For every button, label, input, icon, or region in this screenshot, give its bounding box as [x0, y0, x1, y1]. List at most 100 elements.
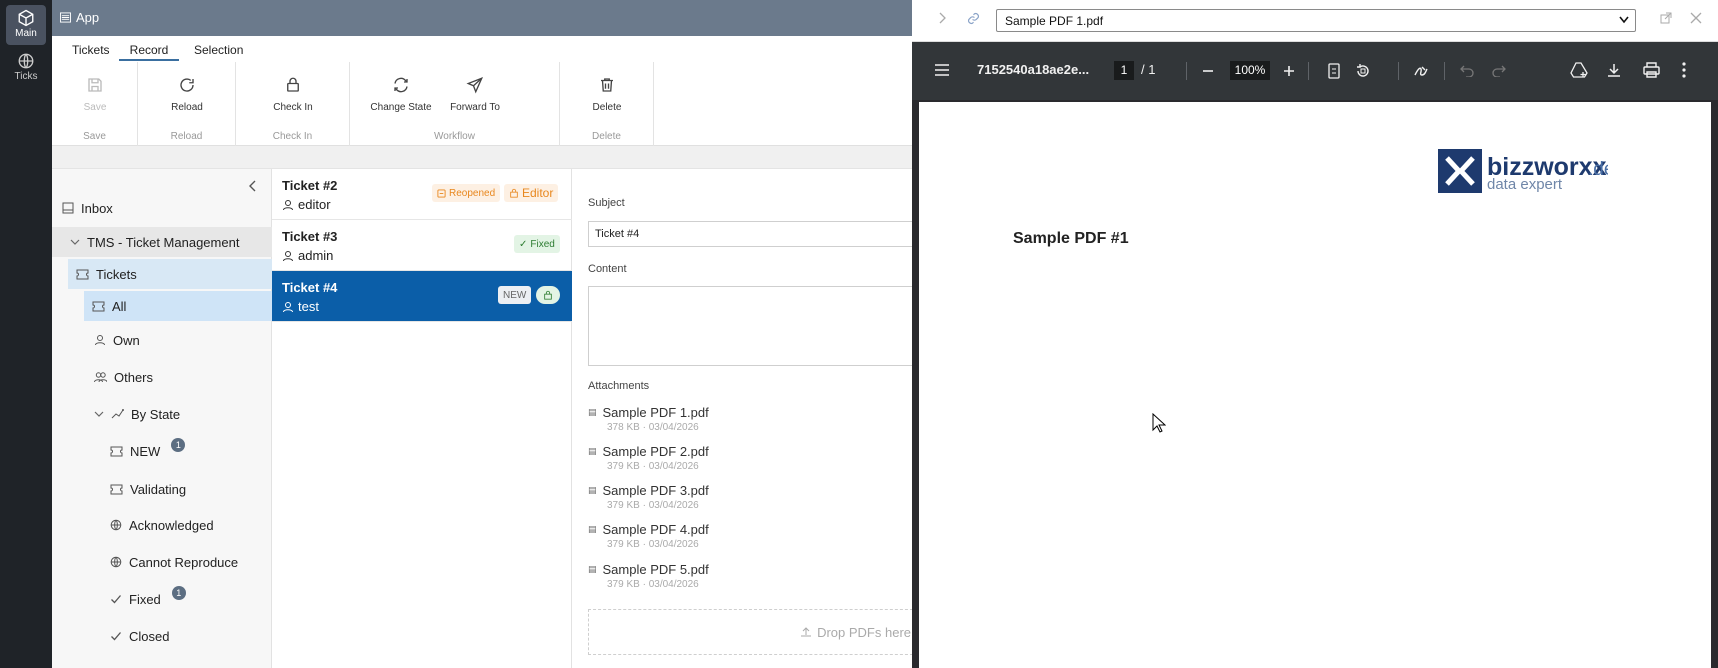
- attachment-meta: 379 KB · 03/04/2026: [607, 461, 699, 472]
- change-state-button[interactable]: Change State: [366, 76, 436, 113]
- content-label: Content: [588, 263, 627, 275]
- close-icon[interactable]: [1690, 12, 1702, 27]
- ribbon-group-save: Save Save: [52, 62, 138, 146]
- sidebar-toggle-icon[interactable]: [934, 63, 950, 80]
- pdf-toolbar: 7152540a18ae2e... 1 / 1 100%: [912, 42, 1718, 100]
- nav-item-label: Others: [114, 369, 154, 385]
- attachment-name: Sample PDF 5.pdf: [602, 562, 709, 577]
- undo-icon[interactable]: [1460, 63, 1474, 80]
- status-badge-label: Fixed: [530, 238, 555, 250]
- nav-item-new[interactable]: NEW 1: [110, 436, 186, 466]
- chevron-down-icon: [94, 411, 104, 417]
- redo-icon[interactable]: [1492, 63, 1506, 80]
- bizzworxx-logo: bizzworxx .de data expert: [1438, 148, 1614, 197]
- change-state-label: Change State: [370, 102, 432, 113]
- file-select[interactable]: Sample PDF 1.pdf: [996, 9, 1636, 32]
- rail-main-button[interactable]: Main: [6, 5, 46, 45]
- status-badge-label: Reopened: [449, 187, 496, 199]
- open-external-icon[interactable]: [1660, 12, 1672, 27]
- ticket-row[interactable]: Ticket #3 admin ✓ Fixed: [272, 220, 572, 271]
- ticket-row-selected[interactable]: Ticket #4 test NEW: [272, 271, 572, 322]
- inbox-icon: [62, 202, 74, 214]
- attachments-label: Attachments: [588, 380, 650, 392]
- state-icon: [111, 409, 124, 419]
- save-button[interactable]: Save: [60, 76, 130, 113]
- nav-item-acknowledged[interactable]: Acknowledged: [110, 510, 214, 540]
- document-title: 7152540a18ae2e...: [977, 62, 1090, 77]
- app-menu-icon: [60, 12, 71, 23]
- lock-icon: [544, 290, 552, 300]
- subject-field[interactable]: Ticket #4: [588, 221, 918, 247]
- check-in-button[interactable]: Check In: [258, 76, 328, 113]
- nav-item-all[interactable]: All: [84, 291, 272, 321]
- nav-item-tms[interactable]: TMS - Ticket Management: [52, 227, 272, 257]
- nav-item-label: Tickets: [96, 266, 137, 282]
- ribbon-group-label: Check In: [272, 131, 313, 142]
- tab-record[interactable]: Record: [119, 43, 179, 61]
- link-icon[interactable]: [967, 12, 980, 28]
- more-vertical-icon[interactable]: [1682, 62, 1686, 81]
- attachment-item[interactable]: ▤ Sample PDF 3.pdf 379 KB · 03/04/2026: [588, 483, 709, 511]
- rotate-icon[interactable]: [1355, 63, 1371, 82]
- nav-item-label: Closed: [129, 628, 170, 644]
- drive-save-icon[interactable]: [1570, 62, 1588, 81]
- nav-item-closed[interactable]: Closed: [110, 621, 169, 651]
- fit-page-icon[interactable]: [1328, 63, 1340, 82]
- ticket-title: Ticket #3: [282, 229, 338, 244]
- check-icon: [111, 632, 121, 641]
- forward-to-label: Forward To: [450, 102, 500, 113]
- trash-icon: [601, 78, 613, 92]
- ticket-detail: Subject Ticket #4 Content Attachments ▤ S…: [572, 169, 918, 668]
- ribbon-group-label: Workflow: [434, 131, 475, 142]
- nav-item-own[interactable]: Own: [94, 325, 140, 355]
- nav-item-validating[interactable]: Validating: [110, 474, 186, 504]
- app-title: App: [76, 10, 100, 25]
- nav-item-others[interactable]: Others: [94, 362, 153, 392]
- attachment-item[interactable]: ▤ Sample PDF 2.pdf 379 KB · 03/04/2026: [588, 444, 709, 472]
- pdf-viewer-panel: Sample PDF 1.pdf 7152540a18ae2e... 1 / 1…: [912, 0, 1718, 668]
- nav-item-tickets[interactable]: Tickets: [68, 259, 272, 289]
- ticket-row[interactable]: Ticket #2 editor Reopened Editor: [272, 169, 572, 220]
- send-icon: [466, 77, 484, 94]
- attachment-item[interactable]: ▤ Sample PDF 1.pdf 378 KB · 03/04/2026: [588, 405, 709, 433]
- nav-item-label: Acknowledged: [129, 517, 214, 533]
- count-badge: 1: [171, 438, 186, 452]
- nav-item-by-state[interactable]: By State: [94, 399, 180, 429]
- pdf-drop-zone[interactable]: Drop PDFs here: [588, 609, 918, 655]
- tab-tickets[interactable]: Tickets: [68, 43, 114, 57]
- download-icon[interactable]: [1606, 62, 1622, 81]
- page-total: / 1: [1141, 62, 1156, 77]
- ribbon-group-label: Delete: [592, 131, 621, 142]
- draw-icon[interactable]: [1413, 63, 1429, 82]
- forward-to-button[interactable]: Forward To: [440, 76, 510, 113]
- print-icon[interactable]: [1643, 62, 1660, 81]
- rail-ticks-button[interactable]: Ticks: [6, 48, 46, 88]
- content-field[interactable]: [588, 286, 918, 366]
- zoom-in-icon[interactable]: [1282, 64, 1296, 81]
- globe-icon: [110, 519, 122, 531]
- nav-item-label: Fixed: [129, 591, 161, 607]
- nav-item-cannot-reproduce[interactable]: Cannot Reproduce: [110, 547, 238, 577]
- zoom-out-icon[interactable]: [1201, 64, 1215, 81]
- page-number-input[interactable]: 1: [1114, 61, 1134, 80]
- chevron-right-icon[interactable]: [938, 12, 946, 27]
- subject-label: Subject: [588, 197, 625, 209]
- chevron-down-icon: [1619, 16, 1629, 24]
- toolbar-divider: [1444, 62, 1445, 80]
- attachment-item[interactable]: ▤ Sample PDF 5.pdf 379 KB · 03/04/2026: [588, 562, 709, 590]
- toolbar-divider: [1186, 62, 1187, 80]
- status-badge-label: NEW: [503, 289, 527, 301]
- attachment-item[interactable]: ▤ Sample PDF 4.pdf 379 KB · 03/04/2026: [588, 522, 709, 550]
- zoom-level[interactable]: 100%: [1230, 61, 1270, 80]
- tab-selection[interactable]: Selection: [190, 43, 247, 57]
- check-icon: ✓: [519, 238, 528, 250]
- pdf-file-icon: ▤: [588, 485, 597, 495]
- ticket-user: test: [282, 299, 319, 314]
- nav-item-inbox[interactable]: Inbox: [62, 193, 262, 223]
- reload-button[interactable]: Reload: [152, 76, 222, 113]
- delete-button[interactable]: Delete: [572, 76, 642, 113]
- nav-item-fixed[interactable]: Fixed 1: [110, 584, 186, 614]
- toolbar-divider: [1398, 62, 1399, 80]
- toolbar-divider: [1308, 62, 1309, 80]
- ribbon-group-checkin: Check In Check In: [236, 62, 350, 146]
